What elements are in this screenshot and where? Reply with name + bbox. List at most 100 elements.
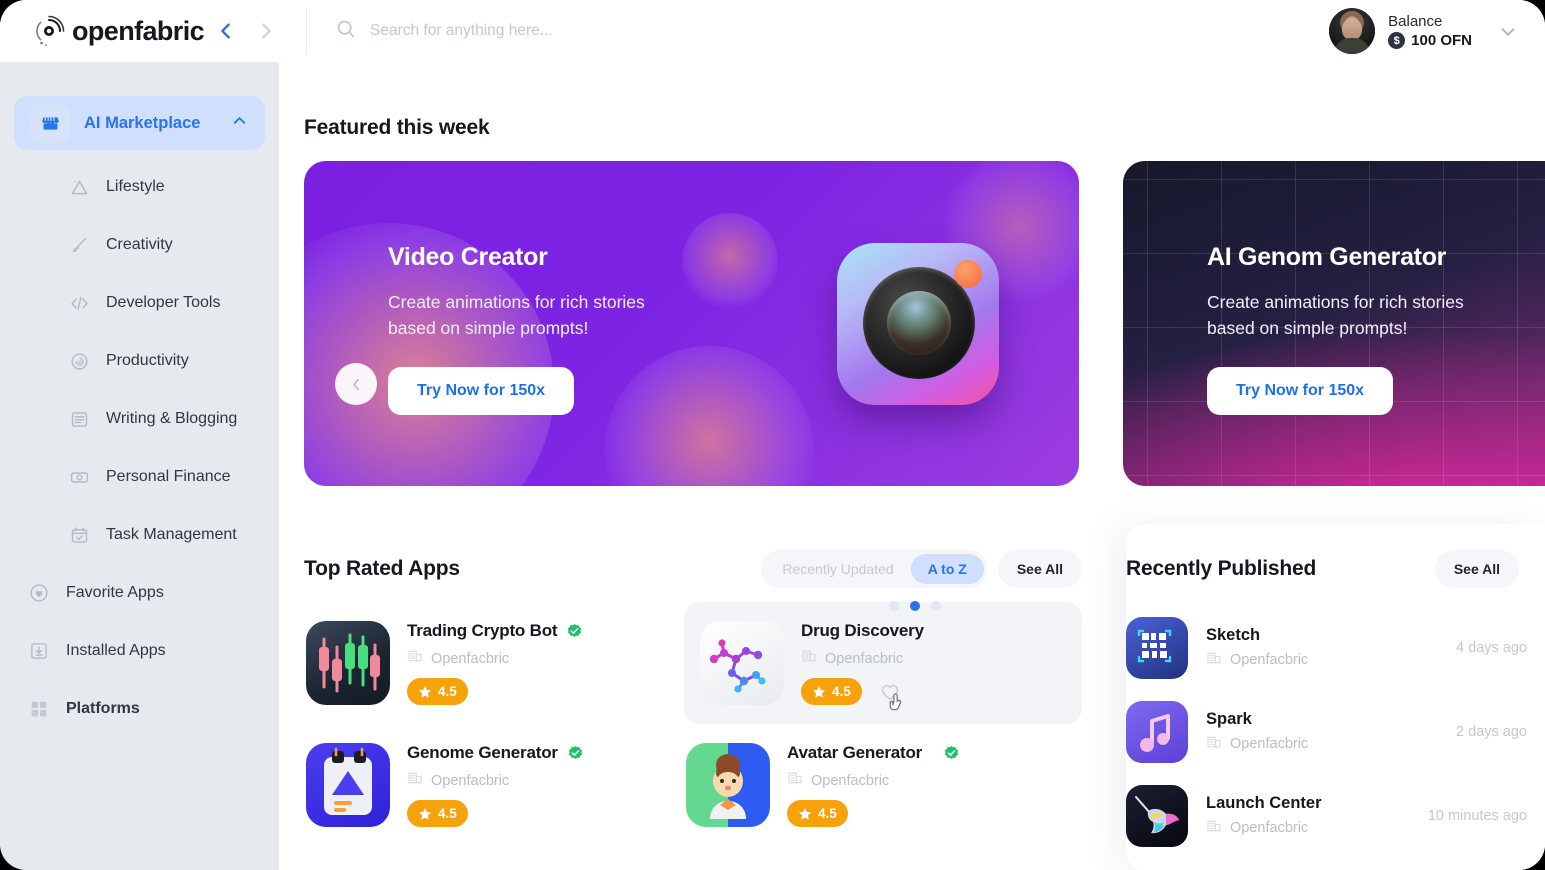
app-name: Trading Crypto Bot bbox=[407, 621, 558, 640]
publisher-name: Openfacbric bbox=[431, 772, 510, 789]
carousel-dot[interactable] bbox=[889, 601, 899, 611]
carousel-dots[interactable] bbox=[889, 601, 941, 611]
brand[interactable]: openfabric bbox=[0, 0, 205, 62]
openfabric-logo-icon bbox=[32, 14, 66, 48]
carousel-prev-button[interactable] bbox=[335, 363, 377, 405]
mouse-cursor-icon bbox=[886, 691, 908, 717]
recently-published-see-all-button[interactable]: See All bbox=[1434, 550, 1519, 588]
sidebar-item-label: Personal Finance bbox=[106, 468, 231, 485]
verified-badge-icon bbox=[566, 623, 583, 640]
slide-subtitle: Create animations for rich stories based… bbox=[388, 292, 645, 338]
sidebar-item-label: Task Management bbox=[106, 526, 237, 543]
sidebar-item-personal-finance[interactable]: Personal Finance bbox=[0, 448, 279, 506]
heart-circle-icon bbox=[28, 582, 50, 604]
try-now-button[interactable]: Try Now for 150x bbox=[1207, 367, 1394, 415]
slide-title: Video Creator bbox=[388, 243, 548, 271]
genome-generator-icon bbox=[306, 743, 390, 827]
publisher-name: Openfacbric bbox=[1230, 652, 1309, 668]
sidebar-item-writing-blogging[interactable]: Writing & Blogging bbox=[0, 390, 279, 448]
recently-published-panel: Recently Published See All Sketch Openfa… bbox=[1126, 524, 1545, 870]
chevron-right-icon[interactable] bbox=[254, 19, 278, 43]
sidebar-item-task-management[interactable]: Task Management bbox=[0, 506, 279, 564]
sidebar-item-label: AI Marketplace bbox=[84, 113, 201, 132]
app-card-genome-generator[interactable]: Genome Generator Openfacbric 4.5 bbox=[304, 724, 684, 846]
list-item-sketch[interactable]: Sketch Openfacbric 4 days ago bbox=[1126, 606, 1545, 690]
publisher-row: Openfacbric bbox=[1206, 818, 1410, 839]
tab-recently-updated[interactable]: Recently Updated bbox=[765, 554, 910, 584]
camera-app-icon bbox=[837, 243, 999, 405]
app-card-drug-discovery[interactable]: Drug Discovery Openfacbric 4.5 bbox=[684, 602, 1082, 724]
sort-segmented-control: Recently Updated A to Z bbox=[761, 550, 988, 588]
top-rated-header: Top Rated Apps Recently Updated A to Z S… bbox=[304, 550, 1082, 588]
sidebar-item-creativity[interactable]: Creativity bbox=[0, 216, 279, 274]
carousel-dot-active[interactable] bbox=[910, 601, 920, 611]
sidebar-item-lifestyle[interactable]: Lifestyle bbox=[0, 158, 279, 216]
verified-badge-icon bbox=[567, 745, 584, 762]
favorite-heart-icon[interactable] bbox=[878, 679, 904, 710]
sidebar-item-favorite-apps[interactable]: Favorite Apps bbox=[0, 564, 279, 622]
trading-crypto-bot-icon bbox=[306, 621, 390, 705]
search-input[interactable] bbox=[370, 22, 790, 40]
chevron-down-icon[interactable] bbox=[1497, 20, 1519, 42]
try-now-button[interactable]: Try Now for 150x bbox=[388, 367, 575, 415]
list-item-meta: Sketch Openfacbric bbox=[1206, 626, 1438, 671]
featured-slide-video-creator[interactable]: Video Creator Create animations for rich… bbox=[304, 161, 1079, 486]
grid-squares-icon bbox=[28, 698, 50, 720]
featured-slide-ai-genom-generator[interactable]: AI Genom Generator Create animations for… bbox=[1123, 161, 1545, 486]
publisher-name: Openfacbric bbox=[1230, 736, 1309, 752]
app-card-trading-crypto-bot[interactable]: Trading Crypto Bot Openfacbric 4.5 bbox=[304, 602, 684, 724]
app-name: Avatar Generator bbox=[787, 743, 923, 762]
sidebar-item-platforms[interactable]: Platforms bbox=[0, 680, 279, 738]
publisher-row: Openfacbric bbox=[407, 648, 583, 669]
app-name: Launch Center bbox=[1206, 793, 1322, 812]
paintbrush-icon bbox=[68, 234, 90, 256]
chevron-left-icon[interactable] bbox=[214, 19, 238, 43]
slide-title: AI Genom Generator bbox=[1207, 243, 1447, 271]
balance-block: Balance $ 100 OFN bbox=[1388, 13, 1472, 49]
slide-subtitle: Create animations for rich stories based… bbox=[1207, 292, 1464, 338]
calendar-check-icon bbox=[68, 524, 90, 546]
sidebar-item-label: Writing & Blogging bbox=[106, 410, 238, 427]
publisher-row: Openfacbric bbox=[1206, 734, 1438, 755]
download-box-icon bbox=[28, 640, 50, 662]
mountain-icon bbox=[68, 176, 90, 198]
rating-row: 4.5 bbox=[787, 800, 960, 827]
top-rated-see-all-button[interactable]: See All bbox=[997, 550, 1082, 588]
list-item-spark[interactable]: Spark Openfacbric 2 days ago bbox=[1126, 690, 1545, 774]
sidebar-item-label: Platforms bbox=[66, 700, 140, 717]
carousel-dot[interactable] bbox=[931, 601, 941, 611]
sidebar-item-label: Creativity bbox=[106, 236, 173, 253]
main-content: Featured this week Video Creator Create … bbox=[279, 62, 1545, 870]
top-rated-filters: Recently Updated A to Z See All bbox=[761, 550, 1082, 588]
featured-carousel[interactable]: Video Creator Create animations for rich… bbox=[304, 161, 1545, 611]
sidebar-item-label: Installed Apps bbox=[66, 642, 166, 659]
tab-a-to-z[interactable]: A to Z bbox=[910, 554, 984, 584]
drug-discovery-icon bbox=[700, 621, 784, 705]
sidebar-item-installed-apps[interactable]: Installed Apps bbox=[0, 622, 279, 680]
app-meta: Genome Generator Openfacbric 4.5 bbox=[407, 743, 584, 827]
publisher-row: Openfacbric bbox=[407, 770, 584, 791]
list-item-meta: Launch Center Openfacbric bbox=[1206, 794, 1410, 839]
app-meta: Avatar Generator Openfacbric 4.5 bbox=[787, 743, 960, 827]
list-item-launch-center[interactable]: Launch Center Openfacbric 10 minutes ago bbox=[1126, 774, 1545, 858]
sidebar-item-label: Favorite Apps bbox=[66, 584, 164, 601]
profile-menu[interactable]: Balance $ 100 OFN bbox=[1329, 8, 1545, 54]
rating-value: 4.5 bbox=[438, 806, 457, 821]
camera-glass bbox=[887, 291, 951, 355]
sidebar-item-ai-marketplace[interactable]: AI Marketplace bbox=[14, 96, 265, 150]
app-meta: Drug Discovery Openfacbric 4.5 bbox=[801, 621, 924, 710]
code-brackets-icon bbox=[68, 292, 90, 314]
published-time: 4 days ago bbox=[1456, 640, 1527, 656]
sidebar-item-label: Productivity bbox=[106, 352, 189, 369]
publisher-name: Openfacbric bbox=[825, 650, 904, 667]
app-card-avatar-generator[interactable]: Avatar Generator Openfacbric 4.5 bbox=[684, 724, 1082, 846]
recently-published-header: Recently Published See All bbox=[1126, 550, 1545, 588]
publisher-row: Openfacbric bbox=[1206, 650, 1438, 671]
sidebar-item-productivity[interactable]: Productivity bbox=[0, 332, 279, 390]
search-bar[interactable] bbox=[307, 0, 1329, 62]
app-name: Drug Discovery bbox=[801, 621, 924, 640]
rating-value: 4.5 bbox=[818, 806, 837, 821]
avatar-generator-icon bbox=[686, 743, 770, 827]
chevron-up-icon[interactable] bbox=[230, 111, 249, 135]
sidebar-item-developer-tools[interactable]: Developer Tools bbox=[0, 274, 279, 332]
